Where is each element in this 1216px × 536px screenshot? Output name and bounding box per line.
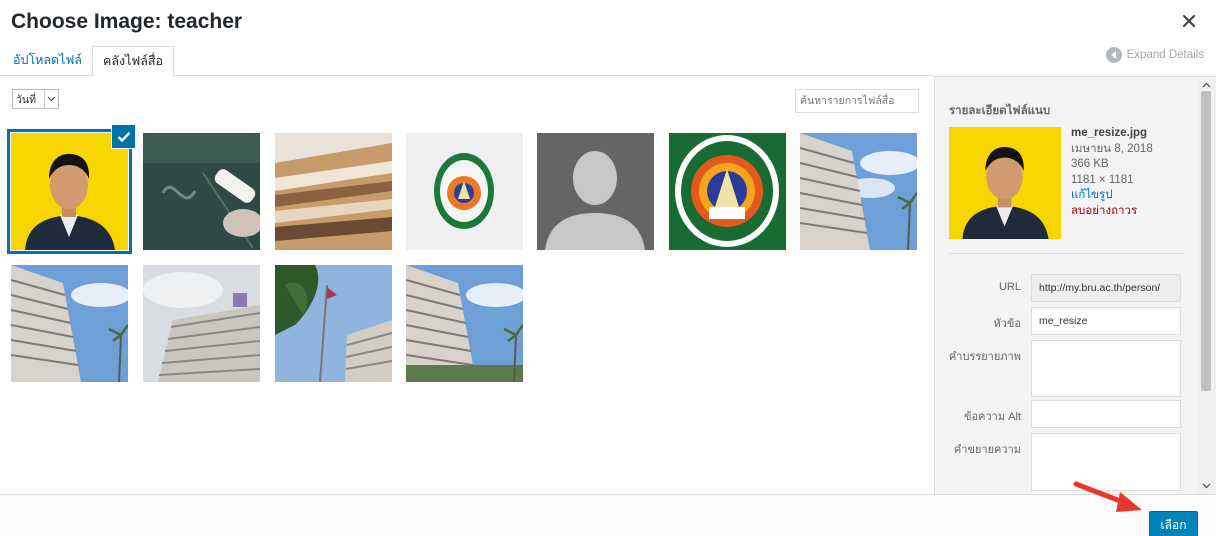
media-item[interactable]	[11, 265, 128, 382]
description-label: คำขยายความ	[953, 444, 1021, 456]
sidebar-scrollbar[interactable]	[1198, 77, 1216, 494]
media-item[interactable]	[275, 265, 392, 382]
caption-label: คำบรรยายภาพ	[948, 351, 1021, 363]
chevron-down-icon	[44, 90, 58, 108]
attachment-info: me_resize.jpg เมษายน 8, 2018 366 KB 1181…	[1071, 126, 1153, 219]
placeholder-person-image	[537, 133, 654, 250]
alt-text-field[interactable]	[1031, 400, 1181, 428]
attachment-details-title: รายละเอียดไฟล์แนบ	[949, 105, 1051, 117]
building-image	[406, 265, 523, 382]
tree-building-image	[275, 265, 392, 382]
building-image	[800, 133, 917, 250]
media-item[interactable]	[143, 133, 260, 250]
scrollbar-thumb[interactable]	[1201, 91, 1211, 391]
media-item[interactable]	[11, 133, 128, 250]
close-icon[interactable]	[1180, 12, 1198, 30]
media-item[interactable]	[537, 133, 654, 250]
chevron-up-icon[interactable]	[1202, 81, 1211, 90]
attachment-details-sidebar: รายละเอียดไฟล์แนบ me_resize.jpg เมษายน 8…	[934, 77, 1198, 494]
attachment-filename: me_resize.jpg	[1071, 127, 1148, 139]
building-white-image	[143, 265, 260, 382]
media-item[interactable]	[143, 265, 260, 382]
select-button[interactable]: เลือก	[1149, 511, 1198, 536]
chevron-left-icon	[1105, 47, 1122, 63]
annotation-arrow-icon	[1073, 481, 1142, 512]
media-tabs: อัปโหลดไฟล์ คลังไฟล์สื่อ	[0, 44, 934, 77]
alt-text-label: ข้อความ Alt	[964, 411, 1021, 423]
tab-upload-files[interactable]: อัปโหลดไฟล์	[3, 46, 92, 77]
media-item[interactable]	[406, 265, 523, 382]
selected-check-icon[interactable]	[112, 125, 135, 148]
media-item[interactable]	[275, 133, 392, 250]
university-logo-image	[406, 133, 523, 250]
media-item[interactable]	[800, 133, 917, 250]
building-image	[11, 265, 128, 382]
title-field[interactable]	[1031, 307, 1181, 335]
media-item[interactable]	[406, 133, 523, 250]
url-field[interactable]	[1031, 274, 1181, 302]
expand-details-label: Expand Details	[1126, 49, 1204, 61]
chevron-down-icon[interactable]	[1202, 481, 1211, 490]
delete-permanently-link[interactable]: ลบอย่างถาวร	[1071, 204, 1153, 220]
files-image	[275, 133, 392, 250]
attachment-preview	[949, 127, 1061, 239]
date-filter-value: วันที่	[16, 93, 36, 106]
edit-image-link[interactable]: แก้ไขรูป	[1071, 188, 1153, 204]
modal-title: Choose Image: teacher	[11, 10, 243, 33]
expand-details-button[interactable]: Expand Details	[1105, 47, 1204, 63]
chalkboard-image	[143, 133, 260, 250]
attachment-dimensions: 1181 × 1181	[1071, 173, 1134, 186]
portrait-image	[11, 133, 128, 250]
caption-field[interactable]	[1031, 340, 1181, 397]
media-item[interactable]	[669, 133, 786, 250]
title-label: หัวข้อ	[993, 318, 1021, 330]
tab-media-library[interactable]: คลังไฟล์สื่อ	[92, 46, 175, 77]
modal-footer	[0, 494, 1216, 536]
search-media-input[interactable]	[795, 89, 919, 113]
attachment-filesize: 366 KB	[1071, 158, 1109, 170]
portrait-image	[949, 127, 1061, 239]
attachment-date: เมษายน 8, 2018	[1071, 142, 1153, 155]
date-filter-select[interactable]: วันที่	[12, 89, 59, 109]
university-logo-large-image	[669, 133, 786, 250]
url-label: URL	[998, 281, 1021, 293]
sidebar-divider	[949, 253, 1183, 254]
